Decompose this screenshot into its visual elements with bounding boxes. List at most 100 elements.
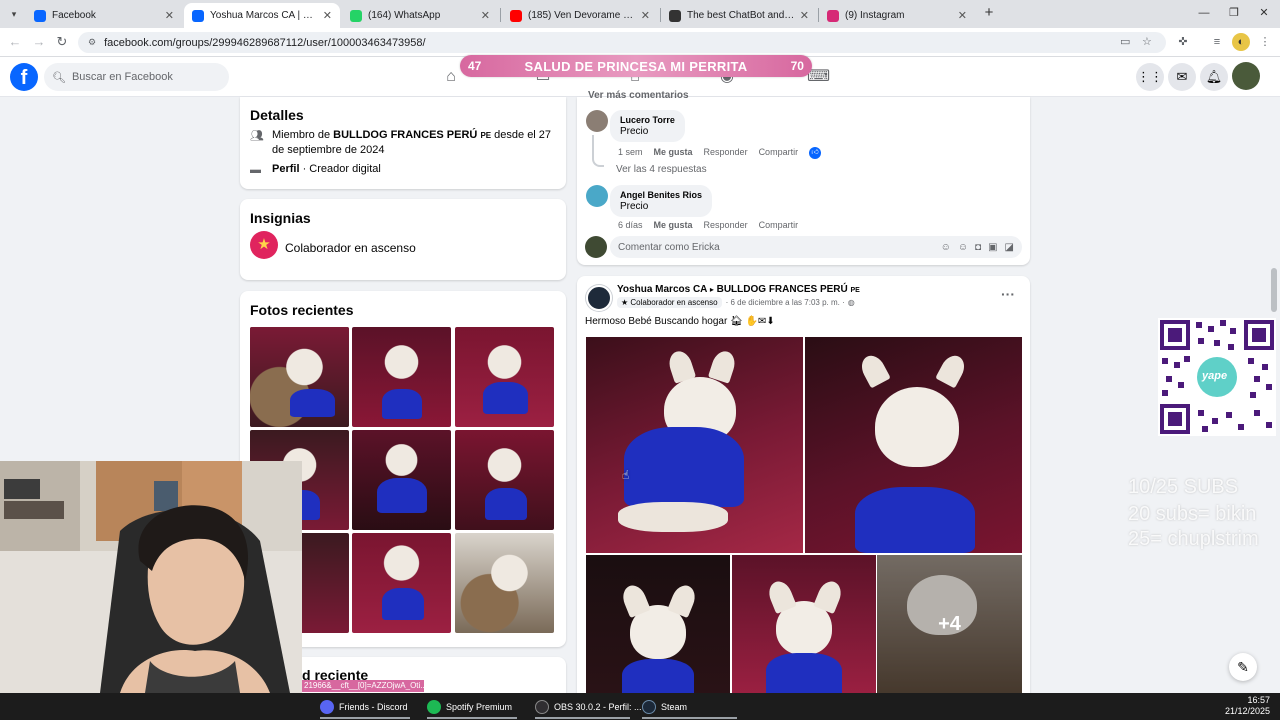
photo-thumbnail[interactable] (352, 327, 451, 427)
details-title: Detalles (250, 107, 304, 123)
like-button[interactable]: Me gusta (654, 220, 693, 230)
taskbar-obs[interactable]: OBS 30.0.2 - Perfil: ... (535, 697, 642, 719)
taskbar-discord[interactable]: Friends - Discord (320, 697, 410, 719)
media-controls-icon[interactable]: ≡ (1208, 33, 1226, 51)
discord-icon (320, 699, 334, 714)
home-icon[interactable]: ⌂ (440, 66, 462, 88)
taskbar-spotify[interactable]: Spotify Premium (427, 697, 517, 719)
taskbar-clock[interactable]: 16:57 21/12/2025 (1225, 695, 1270, 717)
author-name[interactable]: Yoshua Marcos CA (617, 284, 707, 295)
photo-thumbnail[interactable] (352, 533, 451, 633)
menu-grid-icon[interactable]: ⋮⋮ (1136, 63, 1164, 91)
close-icon[interactable]: ✕ (165, 9, 174, 22)
tab-title: (164) WhatsApp (368, 10, 441, 21)
facebook-search-input[interactable]: 🔍︎ Buscar en Facebook (44, 63, 229, 91)
photo-thumbnail[interactable] (352, 430, 451, 530)
close-icon[interactable]: ✕ (323, 9, 332, 22)
messenger-icon[interactable]: ✉ (1168, 63, 1196, 91)
restore-icon[interactable]: ❐ (1224, 4, 1244, 22)
tab-whatsapp[interactable]: (164) WhatsApp ✕ (342, 3, 498, 28)
forward-icon[interactable]: → (30, 33, 48, 51)
photo-thumbnail[interactable] (455, 533, 554, 633)
taskbar-steam[interactable]: Steam (642, 697, 737, 719)
tab-facebook[interactable]: Facebook ✕ (26, 3, 182, 28)
whatsapp-favicon-icon (350, 9, 362, 22)
rising-star-badge-icon[interactable]: ★ (250, 231, 278, 259)
stream-goal-banner: 47 SALUD DE PRINCESA MI PERRITA 70 (460, 55, 812, 77)
close-icon[interactable]: ✕ (481, 9, 490, 22)
close-icon[interactable]: ✕ (800, 9, 809, 22)
avatar-sticker-icon[interactable]: ☺ (941, 242, 951, 253)
previous-post-comments: Ver más comentarios Lucero Torre Precio … (577, 90, 1030, 265)
notifications-icon[interactable]: 🔔︎ (1200, 63, 1228, 91)
tab-instagram[interactable]: (9) Instagram ✕ (819, 3, 975, 28)
share-button[interactable]: Compartir (759, 220, 799, 230)
share-button[interactable]: Compartir (759, 147, 799, 159)
photo-thumbnail[interactable] (250, 327, 349, 427)
new-message-icon[interactable]: ✎ (1229, 653, 1257, 681)
post-badge[interactable]: ★ Colaborador en ascenso (617, 297, 722, 308)
commenter-avatar[interactable] (586, 185, 608, 207)
reload-icon[interactable]: ↻ (53, 33, 71, 51)
tab-title: (185) Ven Devorame Otra Vez (528, 10, 637, 21)
facebook-favicon-icon (34, 9, 46, 22)
details-card: Detalles 👥︎ Miembro de BULLDOG FRANCES P… (240, 97, 566, 189)
install-app-icon[interactable]: ▭ (1120, 35, 1130, 48)
photo-thumbnail[interactable] (455, 430, 554, 530)
reply-thread-line (592, 135, 604, 167)
see-more-comments-link[interactable]: Ver más comentarios (588, 90, 689, 101)
clock-time: 16:57 (1247, 695, 1270, 705)
post-photo[interactable] (732, 555, 876, 697)
subs-goal-line: 25= chuplstrim (1128, 528, 1259, 550)
browser-menu-icon[interactable]: ⋮ (1256, 33, 1274, 51)
group-name[interactable]: BULLDOG FRANCES PERÚ (717, 284, 848, 295)
member-since-text: Miembro de BULLDOG FRANCES PERÚ PE desde… (272, 129, 552, 156)
tab-search-icon[interactable]: ▾ (5, 5, 23, 23)
author-avatar[interactable] (586, 285, 612, 311)
minimize-icon[interactable]: — (1194, 4, 1214, 22)
new-tab-icon[interactable]: + (980, 4, 998, 22)
page-scrollbar[interactable] (1271, 268, 1277, 312)
url-input[interactable]: ⚙ facebook.com/groups/299946289687112/us… (78, 32, 1166, 53)
group-link[interactable]: BULLDOG FRANCES PERÚ (333, 129, 477, 141)
tab-yoshua-facebook[interactable]: Yoshua Marcos CA | Facebook ✕ (184, 3, 340, 28)
bookmark-star-icon[interactable]: ☆ (1142, 35, 1152, 48)
extensions-icon[interactable]: ✜ (1174, 33, 1192, 51)
close-icon[interactable]: ✕ (958, 9, 967, 22)
emoji-icon[interactable]: ☺ (958, 242, 968, 253)
tab-youtube[interactable]: (185) Ven Devorame Otra Vez ✕ (502, 3, 658, 28)
commenter-avatar[interactable] (586, 110, 608, 132)
comment-time[interactable]: 1 sem (618, 147, 643, 159)
close-window-icon[interactable]: ✕ (1254, 4, 1274, 22)
comment-input[interactable]: Comentar como Ericka ☺ ☺ ◘ ▣ ◪ (610, 236, 1022, 258)
site-info-icon[interactable]: ⚙ (88, 37, 96, 48)
reply-button[interactable]: Responder (704, 147, 748, 159)
commenter-name[interactable]: Angel Benites Rios (620, 190, 702, 200)
facebook-logo-icon[interactable]: f (10, 63, 38, 91)
my-avatar[interactable] (585, 236, 607, 258)
camera-icon[interactable]: ◘ (975, 242, 981, 253)
subs-goal-line: 10/25 SUBS (1128, 476, 1239, 498)
badge-name[interactable]: Colaborador en ascenso (285, 241, 416, 255)
account-avatar[interactable] (1232, 62, 1260, 90)
commenter-name[interactable]: Lucero Torre (620, 115, 675, 125)
post-photo[interactable]: ☝ (586, 337, 803, 553)
photo-thumbnail[interactable] (455, 327, 554, 427)
post-options-icon[interactable]: ··· (1001, 286, 1015, 302)
see-replies-link[interactable]: Ver las 4 respuestas (616, 164, 707, 175)
post-date[interactable]: · 6 de diciembre a las 7:03 p. m. · (726, 298, 845, 307)
tab-chatbot[interactable]: The best ChatBot and Widgets ✕ (661, 3, 817, 28)
comment-time[interactable]: 6 días (618, 220, 643, 230)
comment-bubble: Angel Benites Rios Precio (610, 185, 713, 217)
back-icon[interactable]: ← (6, 33, 24, 51)
profile-extension-icon[interactable]: ◐ (1232, 33, 1250, 51)
reply-button[interactable]: Responder (704, 220, 748, 230)
gif-icon[interactable]: ▣ (988, 242, 997, 253)
post-photo[interactable] (586, 555, 730, 697)
like-button[interactable]: Me gusta (654, 147, 693, 159)
post-photo[interactable] (805, 337, 1022, 553)
youtube-favicon-icon (510, 9, 522, 22)
sticker-icon[interactable]: ◪ (1005, 242, 1014, 253)
close-icon[interactable]: ✕ (641, 9, 650, 22)
post-photo-more[interactable]: +4 (877, 555, 1022, 697)
